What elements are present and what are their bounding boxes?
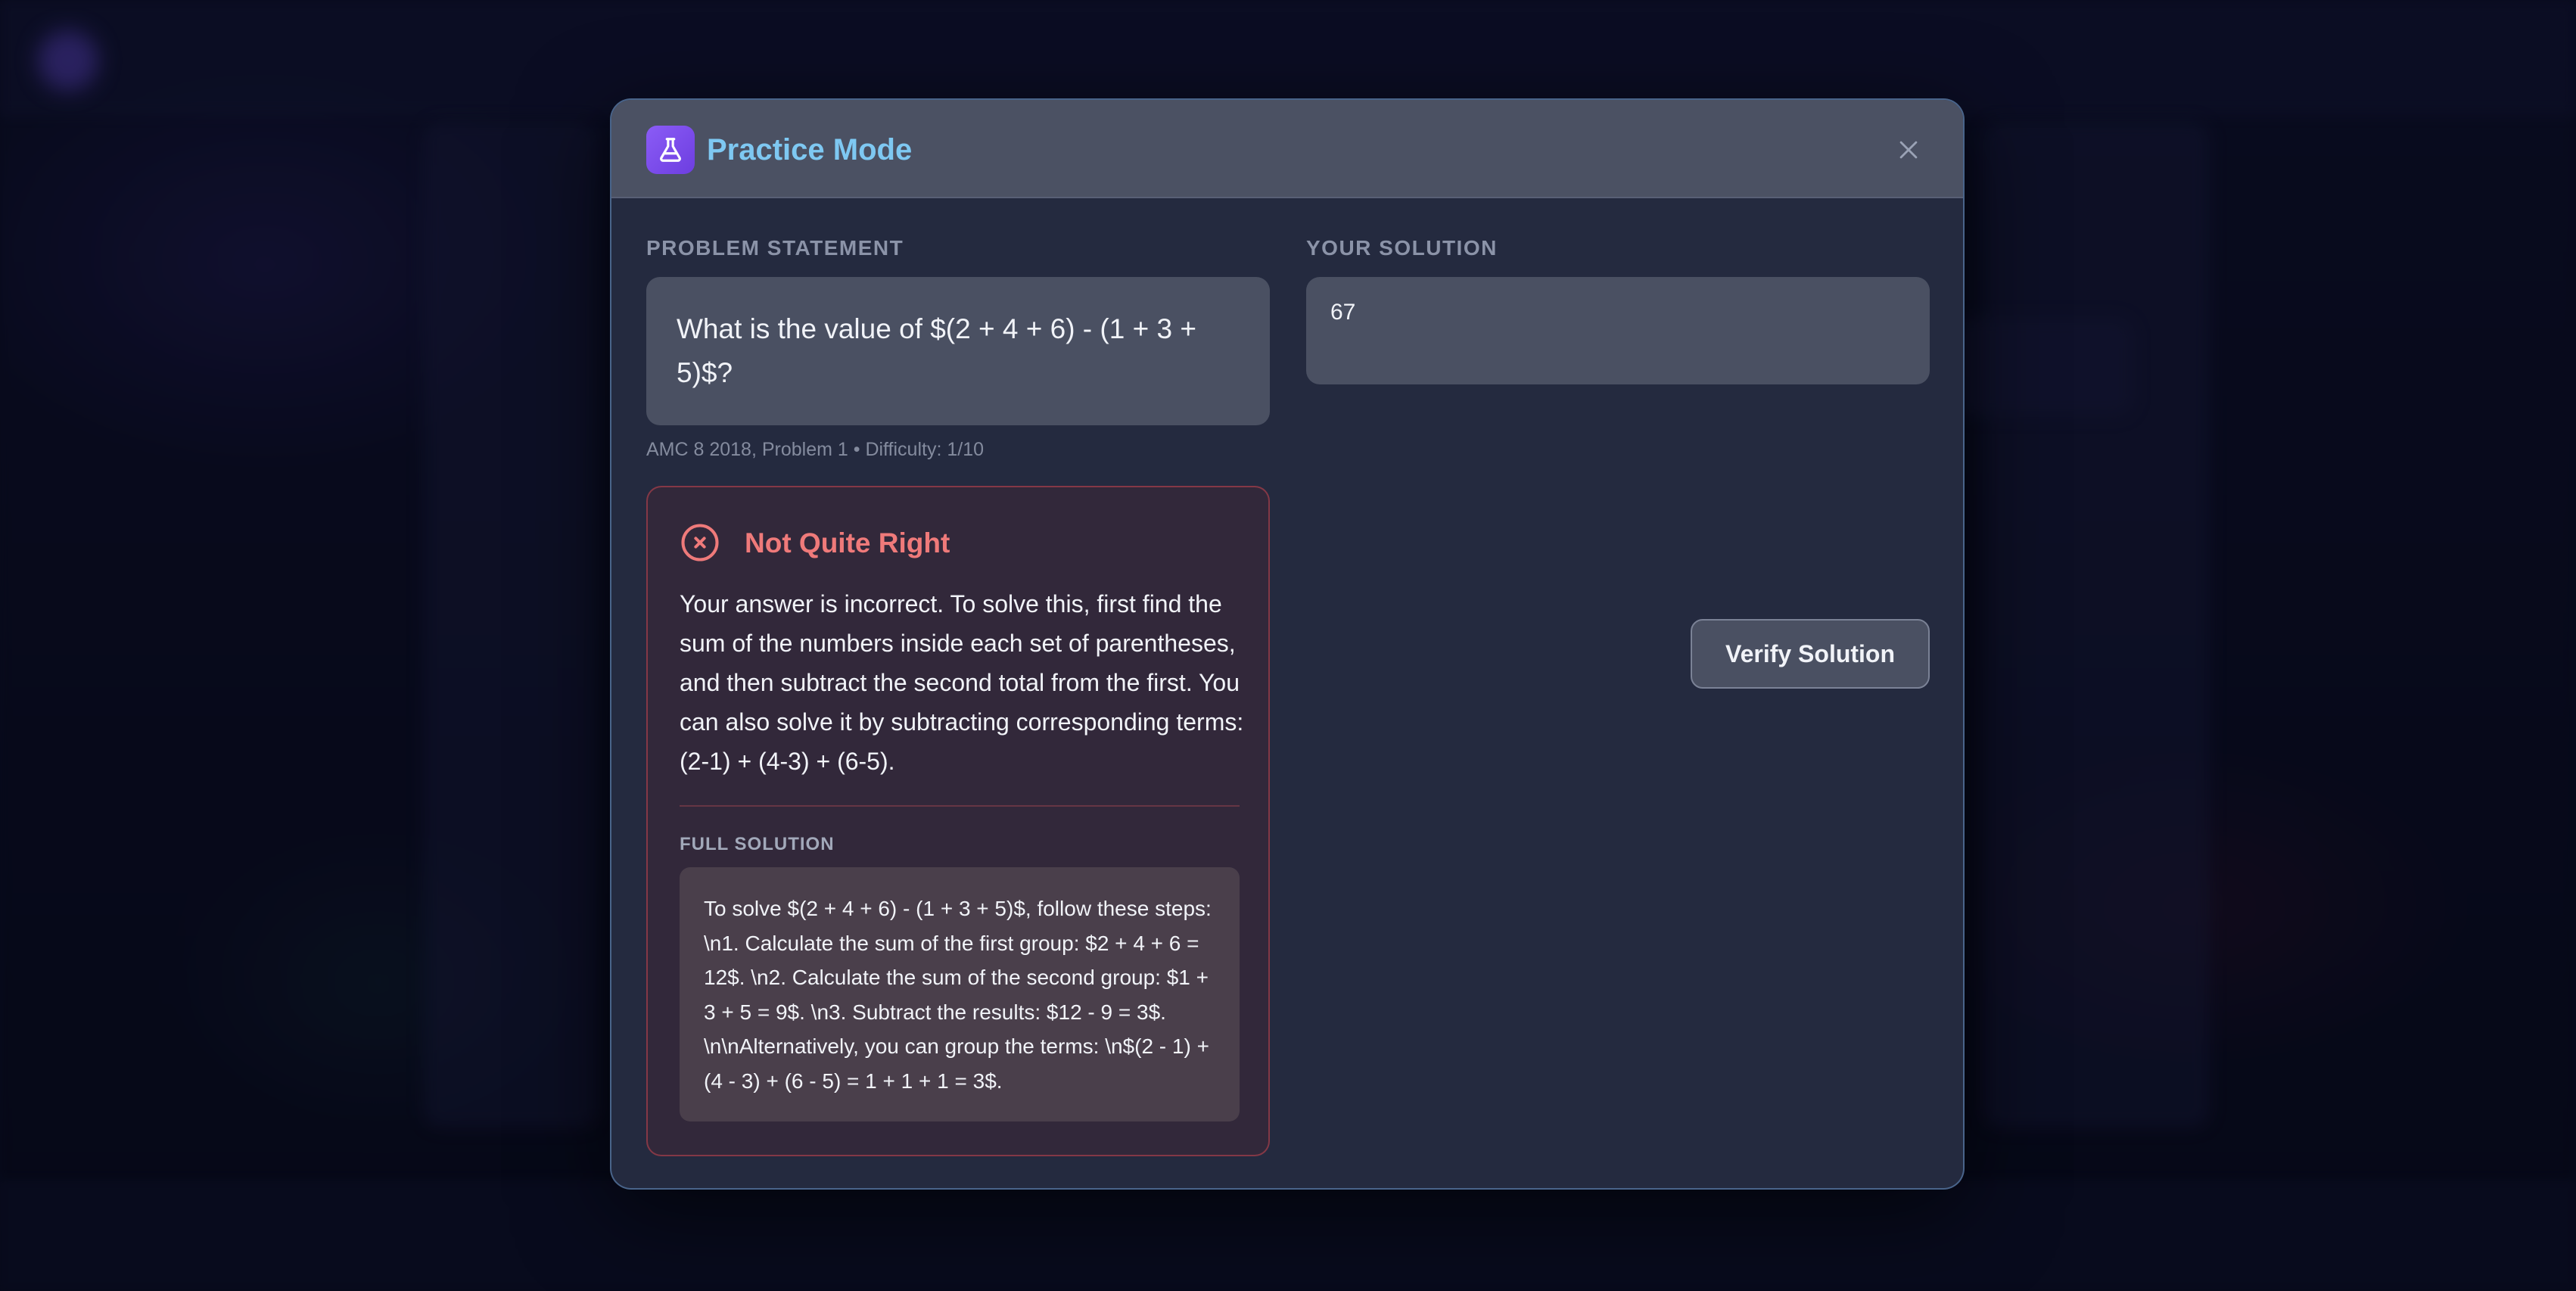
close-icon (1899, 141, 1918, 159)
problem-source: AMC 8 2018, Problem 1 • Difficulty: 1/10 (646, 439, 984, 460)
problem-statement: What is the value of $(2 + 4 + 6) - (1 +… (646, 277, 1270, 425)
feedback-panel: Not Quite Right Your answer is incorrect… (646, 486, 1270, 1156)
x-circle-icon (681, 524, 719, 562)
feedback-title: Not Quite Right (745, 527, 950, 558)
feedback-message: Your answer is incorrect. To solve this,… (680, 590, 1244, 775)
your-solution-label: YOUR SOLUTION (1306, 236, 1498, 260)
practice-mode-dialog: Practice Mode PROBLEM STATEMENT What is … (610, 98, 1965, 1190)
full-solution-text: To solve $(2 + 4 + 6) - (1 + 3 + 5)$, fo… (680, 867, 1240, 1121)
full-solution-label: FULL SOLUTION (680, 834, 835, 854)
verify-solution-button[interactable]: Verify Solution (1691, 619, 1930, 689)
problem-statement-label: PROBLEM STATEMENT (646, 236, 904, 260)
solution-input[interactable]: 67 (1306, 277, 1930, 384)
dialog-title: Practice Mode (707, 133, 913, 166)
dialog-header: Practice Mode (611, 100, 1963, 198)
close-button[interactable] (1889, 130, 1928, 170)
flask-icon (646, 126, 695, 174)
feedback-divider (680, 805, 1240, 807)
